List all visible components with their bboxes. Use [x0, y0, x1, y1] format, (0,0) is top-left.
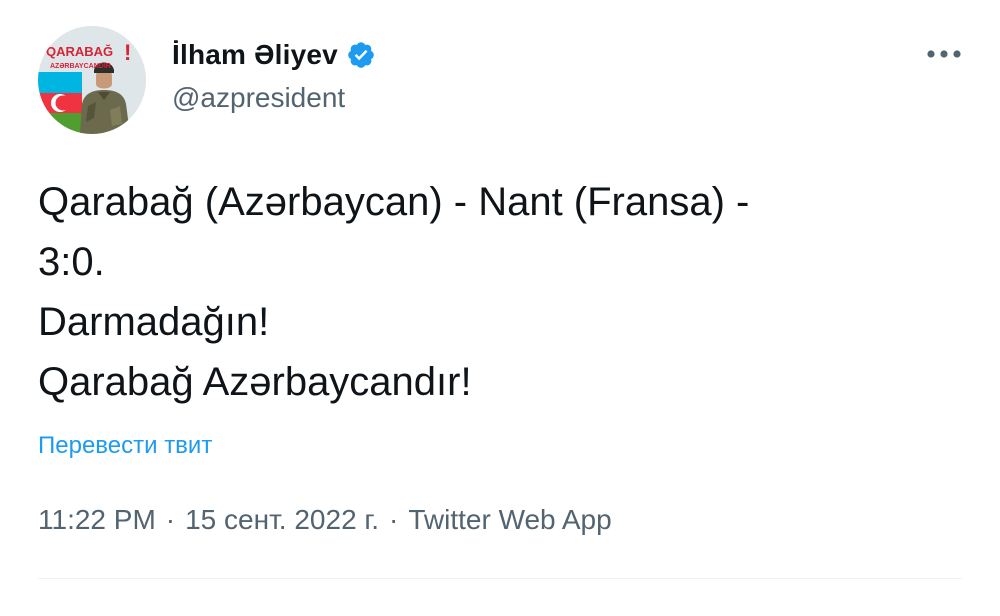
tweet-source[interactable]: Twitter Web App [408, 504, 611, 536]
tweet-date[interactable]: 15 сент. 2022 г. [185, 504, 379, 536]
tweet-text-line: Qarabağ Azərbaycandır! [38, 360, 472, 404]
tweet-text-line: Qarabağ (Azərbaycan) - Nant (Fransa) - [38, 180, 750, 224]
verified-badge-icon [346, 40, 376, 70]
avatar-image: QARABAĞ AZƏRBAYCANDIR ! [38, 26, 146, 134]
tweet-meta: 11:22 PM · 15 сент. 2022 г. · Twitter We… [38, 504, 612, 536]
svg-text:QARABAĞ: QARABAĞ [46, 44, 113, 59]
handle[interactable]: @azpresident [172, 82, 345, 114]
meta-separator: · [389, 504, 399, 535]
author-name-row[interactable]: İlham Əliyev [172, 36, 376, 74]
tweet-text: Qarabağ (Azərbaycan) - Nant (Fransa) - 3… [38, 172, 958, 412]
tweet-detail: QARABAĞ AZƏRBAYCANDIR ! İlham Əliyev @az… [0, 0, 1000, 616]
translate-tweet-link[interactable]: Перевести твит [38, 432, 212, 460]
svg-text:AZƏRBAYCANDIR: AZƏRBAYCANDIR [50, 63, 111, 70]
svg-text:!: ! [124, 40, 131, 65]
tweet-text-line: Darmadağın! [38, 300, 270, 344]
more-options-button[interactable] [920, 38, 968, 70]
tweet-time[interactable]: 11:22 PM [38, 504, 156, 536]
divider [38, 578, 962, 579]
more-horizontal-icon [927, 50, 961, 58]
avatar[interactable]: QARABAĞ AZƏRBAYCANDIR ! [38, 26, 146, 134]
meta-separator: · [165, 504, 176, 535]
display-name[interactable]: İlham Əliyev [172, 39, 338, 71]
tweet-text-line: 3:0. [38, 240, 105, 284]
